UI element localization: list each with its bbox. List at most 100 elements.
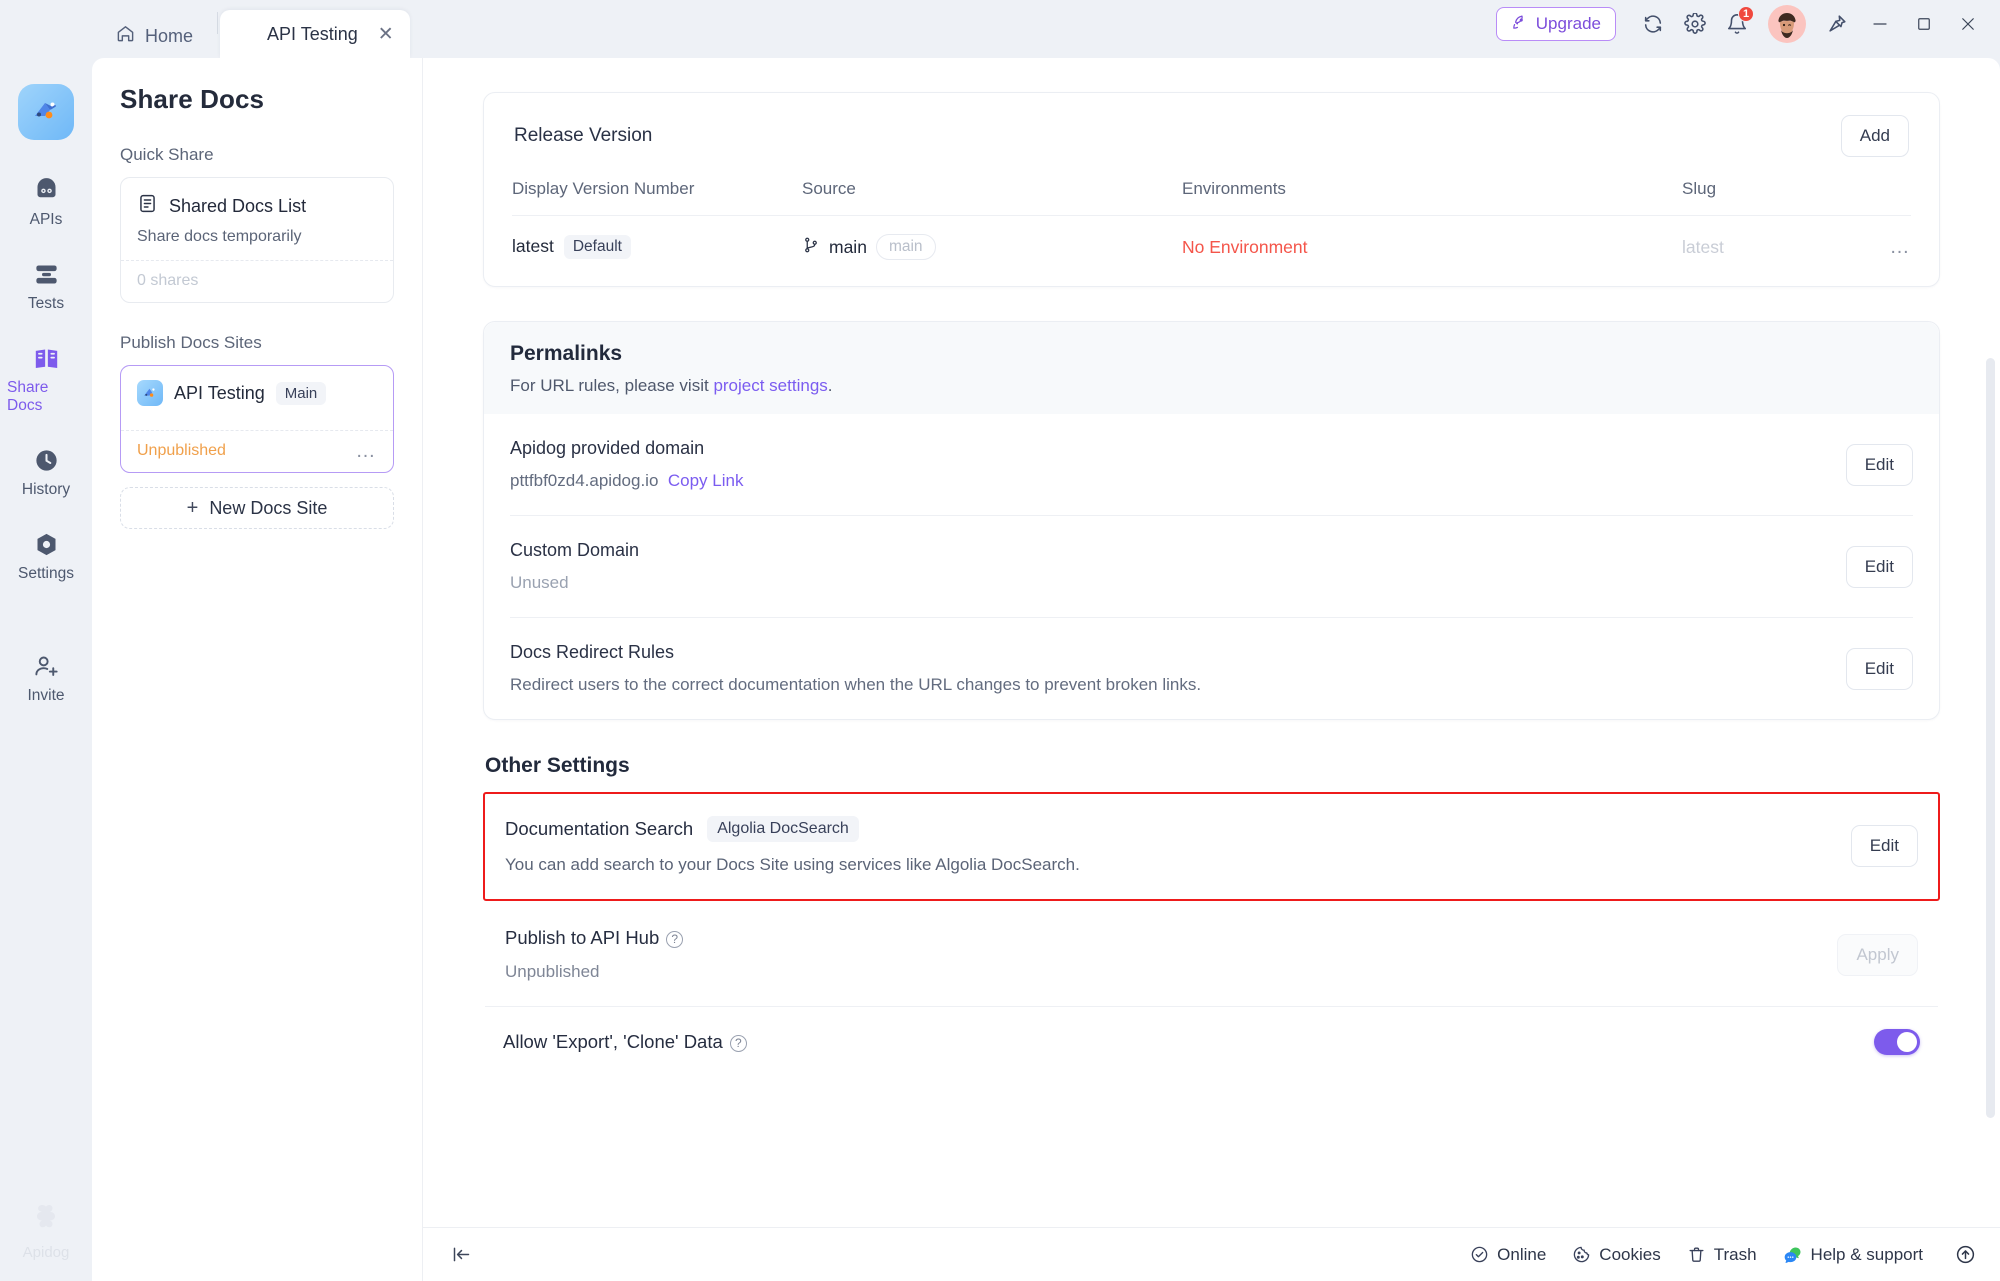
documentation-search-description: You can add search to your Docs Site usi… (505, 855, 1080, 874)
upgrade-button[interactable]: Upgrade (1495, 7, 1616, 41)
sidebar-item-history[interactable]: History (7, 438, 85, 506)
permalinks-title: Permalinks (510, 342, 623, 365)
edit-redirect-rules-button[interactable]: Edit (1845, 647, 1913, 690)
edit-custom-domain-button[interactable]: Edit (1845, 545, 1913, 588)
external-link-icon (238, 22, 257, 46)
branch-chip: main (875, 234, 936, 260)
column-environments: Environments (1182, 179, 1286, 198)
provided-domain-value-row: pttfbf0zd4.apidog.io Copy Link (510, 471, 743, 491)
tab-api-testing[interactable]: API Testing ✕ (220, 10, 410, 58)
vertical-scrollbar[interactable] (1986, 358, 1995, 1118)
docs-site-card[interactable]: API Testing Main Unpublished … (120, 365, 394, 473)
tab-home[interactable]: Home (96, 14, 215, 58)
branch-icon (802, 236, 820, 259)
publish-api-hub-label-text: Publish to API Hub (505, 927, 660, 948)
publish-api-hub-row: Publish to API Hub? Unpublished Apply (485, 905, 1938, 1007)
app-window: Home API Testing ✕ Upgrade 1 APIs Tests … (0, 0, 2000, 1281)
cell-version: latest Default (512, 216, 802, 277)
minimize-icon[interactable] (1860, 5, 1900, 43)
history-icon (33, 447, 60, 474)
apis-icon (33, 177, 60, 204)
tab-divider (217, 11, 219, 34)
permalinks-rows: Apidog provided domain pttfbf0zd4.apidog… (484, 414, 1939, 719)
gear-icon[interactable] (1676, 5, 1714, 43)
slug-value: latest (1682, 236, 1724, 257)
titlebar: Home API Testing ✕ Upgrade 1 (0, 0, 2000, 58)
status-item-cookies[interactable]: Cookies (1572, 1245, 1661, 1265)
new-docs-site-label: New Docs Site (209, 497, 328, 518)
documentation-search-highlight: Documentation Search Algolia DocSearch Y… (483, 792, 1940, 901)
table-header-row: Display Version Number Source Environmen… (512, 179, 1911, 216)
sidebar-item-settings-label: Settings (17, 565, 74, 582)
tab-close-icon[interactable]: ✕ (378, 25, 394, 44)
permalinks-subtitle-suffix: . (827, 376, 833, 395)
edit-documentation-search-button[interactable]: Edit (1850, 824, 1918, 867)
edit-provided-domain-button[interactable]: Edit (1845, 443, 1913, 486)
permalink-row-provided-domain: Apidog provided domain pttfbf0zd4.apidog… (510, 414, 1913, 515)
project-settings-link[interactable]: project settings (713, 376, 827, 395)
table-head: Display Version Number Source Environmen… (512, 179, 1911, 216)
docs-site-more-icon[interactable]: … (356, 441, 378, 461)
maximize-icon[interactable] (1904, 5, 1944, 43)
status-item-online[interactable]: Online (1470, 1245, 1546, 1265)
copy-link-button[interactable]: Copy Link (668, 471, 744, 490)
upgrade-label: Upgrade (1535, 14, 1601, 33)
close-icon[interactable] (1948, 5, 1988, 43)
sync-icon[interactable] (1634, 5, 1672, 43)
bell-icon[interactable]: 1 (1718, 5, 1756, 43)
sidebar-item-share-docs-label: Share Docs (7, 379, 49, 414)
documentation-search-row: Documentation Search Algolia DocSearch Y… (485, 794, 1938, 899)
nav-rail: APIs Tests Share Docs History Settings I… (0, 58, 92, 1281)
docs-site-name: API Testing (174, 382, 265, 403)
plus-icon: + (186, 496, 199, 519)
arrow-up-circle-icon[interactable] (1955, 1244, 1976, 1265)
version-value: latest (512, 236, 554, 256)
tests-icon (33, 261, 60, 288)
help-circle-icon[interactable]: ? (666, 930, 684, 948)
release-version-title: Release Version (514, 125, 653, 146)
allow-export-clone-left: Allow 'Export', 'Clone' Data? (503, 1031, 747, 1053)
quick-share-section-label: Quick Share (120, 145, 214, 164)
documentation-search-label: Documentation Search (505, 818, 694, 839)
permalinks-card: Permalinks For URL rules, please visit p… (483, 321, 1940, 720)
shared-docs-list-card[interactable]: Shared Docs List Share docs temporarily … (120, 177, 394, 303)
table-body: latest Default main main No Environment … (512, 215, 1912, 277)
add-button[interactable]: Add (1840, 115, 1909, 157)
sidebar-item-invite[interactable]: Invite (7, 644, 85, 712)
allow-export-clone-label: Allow 'Export', 'Clone' Data? (503, 1031, 747, 1052)
column-slug: Slug (1682, 179, 1717, 198)
sidebar-item-share-docs[interactable]: Share Docs (7, 336, 85, 422)
help-circle-icon-2[interactable]: ? (729, 1034, 747, 1052)
documentation-search-badge: Algolia DocSearch (707, 816, 859, 842)
document-icon (137, 193, 158, 219)
release-version-table: Display Version Number Source Environmen… (512, 179, 1911, 276)
tab-strip: Home API Testing ✕ (96, 0, 410, 58)
pin-icon[interactable] (1818, 5, 1856, 43)
docs-site-icon (137, 380, 163, 406)
sidebar-item-tests[interactable]: Tests (7, 252, 85, 320)
sidebar-item-settings[interactable]: Settings (7, 522, 85, 590)
status-item-trash[interactable]: Trash (1687, 1245, 1757, 1265)
cell-slug: latest (1682, 216, 1851, 277)
tab-api-testing-label: API Testing (267, 23, 358, 44)
trash-icon (1687, 1245, 1706, 1264)
release-version-body: Release Version Add Display Version Numb… (484, 93, 1939, 286)
table-row[interactable]: latest Default main main No Environment … (512, 215, 1912, 277)
custom-domain-label: Custom Domain (510, 540, 640, 560)
status-item-help[interactable]: Help & support (1783, 1245, 1923, 1265)
column-source: Source (802, 179, 856, 198)
allow-export-clone-toggle[interactable] (1874, 1029, 1920, 1055)
environment-value: No Environment (1182, 236, 1308, 257)
row-more-icon[interactable]: … (1890, 236, 1912, 258)
workspace-logo-icon[interactable] (18, 84, 74, 140)
sidebar-item-apis[interactable]: APIs (7, 168, 85, 236)
allow-export-clone-row: Allow 'Export', 'Clone' Data? (483, 1007, 1940, 1079)
main-content: Release Version Add Display Version Numb… (422, 58, 2000, 1281)
new-docs-site-button[interactable]: + New Docs Site (120, 487, 394, 529)
invite-user-icon (33, 653, 60, 680)
apply-api-hub-button[interactable]: Apply (1837, 933, 1918, 976)
other-settings-section: Other Settings Documentation Search Algo… (483, 754, 1940, 1079)
sidebar-item-history-label: History (21, 481, 71, 498)
collapse-panel-icon[interactable] (451, 1244, 472, 1265)
avatar[interactable] (1768, 5, 1806, 43)
